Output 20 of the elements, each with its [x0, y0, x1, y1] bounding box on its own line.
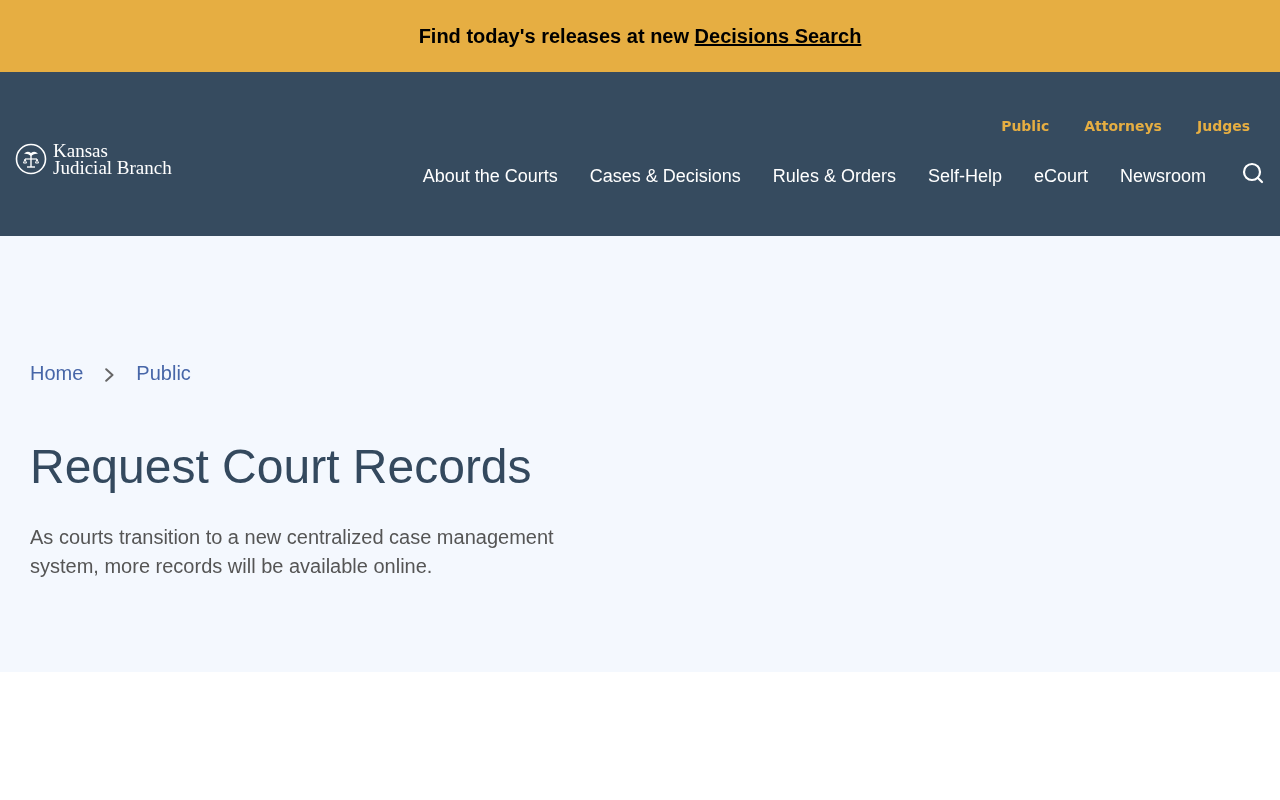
audience-link[interactable]: Public	[1001, 116, 1050, 137]
breadcrumb-link[interactable]: Home	[30, 358, 84, 388]
announcement-text: Find today's releases at new Decisions Search	[418, 24, 862, 49]
nav-link[interactable]: Self-Help	[927, 163, 1002, 190]
search-button[interactable]	[1241, 160, 1265, 185]
breadcrumb-link[interactable]: Public	[136, 358, 191, 388]
nav-link[interactable]: eCourt	[1033, 163, 1088, 190]
nav-link[interactable]: Cases & Decisions	[589, 163, 741, 190]
decisions-search-link[interactable]: Decisions Search	[694, 25, 862, 47]
nav-link[interactable]: About the Courts	[422, 163, 558, 190]
page-title: Request Court Records	[30, 439, 532, 495]
search-icon	[1241, 160, 1265, 185]
audience-link[interactable]: Attorneys	[1084, 116, 1162, 137]
nav-link[interactable]: Rules & Orders	[772, 163, 896, 190]
chevron-right-icon	[105, 368, 115, 382]
logo-text[interactable]: Kansas Judicial Branch	[53, 142, 172, 176]
page-description: As courts transition to a new centralized case management system, more records will be available online.	[30, 525, 555, 579]
seal-logo-icon	[15, 143, 47, 175]
audience-link[interactable]: Judges	[1196, 116, 1250, 137]
nav-link[interactable]: Newsroom	[1119, 163, 1206, 190]
